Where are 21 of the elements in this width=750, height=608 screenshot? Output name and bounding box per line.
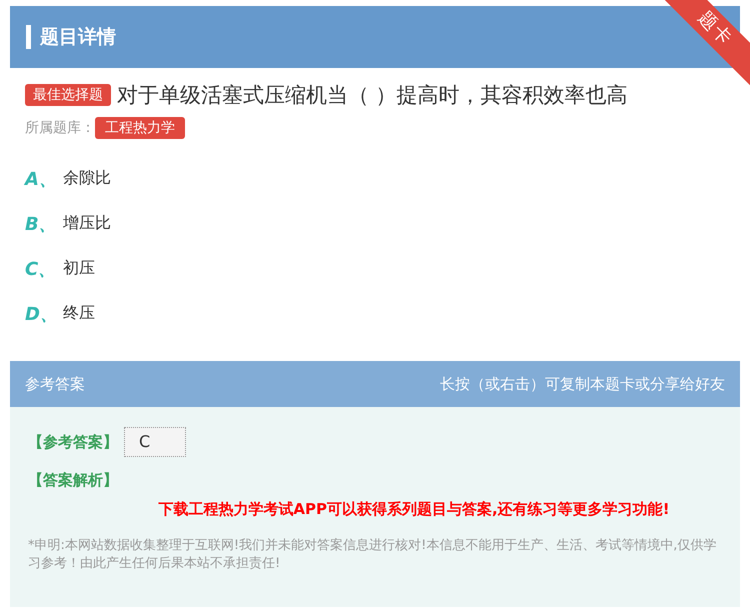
question-text: 对于单级活塞式压缩机当（ ）提高时，其容积效率也高 [117, 82, 628, 109]
share-hint: 长按（或右击）可复制本题卡或分享给好友 [440, 374, 725, 394]
header-accent-bar [26, 25, 31, 49]
option-letter: B、 [25, 212, 58, 236]
promo-text: 下载工程热力学考试APP可以获得系列题目与答案,还有练习等更多学习功能! [157, 500, 671, 519]
option-letter: A、 [25, 168, 58, 190]
option-text: 增压比 [63, 213, 111, 234]
option-letter: C、 [25, 258, 58, 280]
section-title: 题目详情 [40, 25, 116, 50]
bank-tag[interactable]: 工程热力学 [95, 117, 185, 139]
question-type-tag: 最佳选择题 [25, 84, 111, 106]
answer-image: C [124, 427, 186, 457]
option-letter: D、 [25, 302, 59, 326]
bank-label: 所属题库： [25, 119, 95, 137]
answer-section-title: 参考答案 [25, 374, 85, 394]
option-text: 初压 [63, 258, 95, 279]
analysis-label: 【答案解析】 [28, 471, 119, 490]
disclaimer-text: *申明:本网站数据收集整理于互联网!我们并未能对答案信息进行核对!本信息不能用于生产、生活、考试等情境中,仅供学习参考！由此产生任何后果本站不承担责任! [28, 537, 718, 573]
option-text: 终压 [63, 303, 95, 324]
option-text: 余隙比 [63, 168, 111, 189]
answer-label: 【参考答案】 [28, 432, 118, 452]
